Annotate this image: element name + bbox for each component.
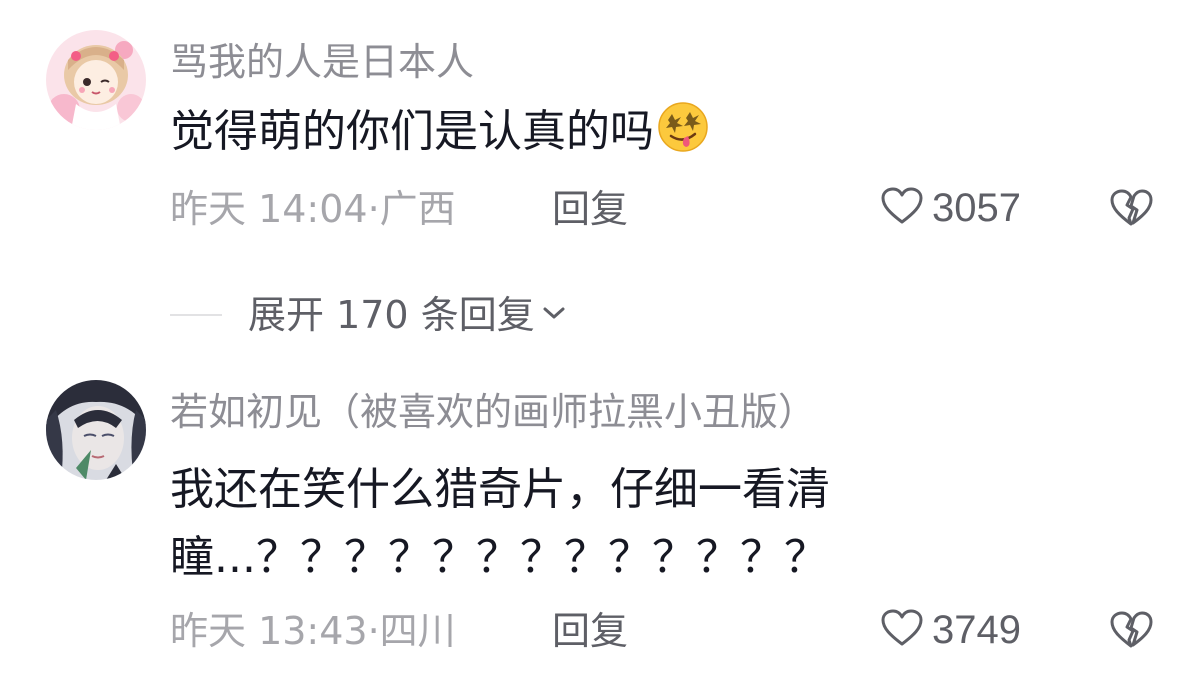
- reply-button[interactable]: 回复: [552, 612, 628, 650]
- broken-heart-icon: [1108, 611, 1154, 654]
- dislike-button[interactable]: [1108, 188, 1154, 232]
- like-count: 3057: [932, 186, 1021, 230]
- comment-text: 觉得萌的你们是认真的吗: [170, 106, 654, 157]
- comment-content-line-2: 瞳...？？？？？？？？？？？？？: [170, 532, 828, 583]
- broken-heart-icon: [1108, 189, 1154, 232]
- comment-content-line-1: 我还在笑什么猎奇片，仔细一看清: [170, 464, 830, 515]
- dislike-button[interactable]: [1108, 610, 1154, 654]
- comment-username[interactable]: 骂我的人是日本人: [170, 43, 474, 81]
- avatar[interactable]: [46, 380, 146, 480]
- like-button[interactable]: 3749: [880, 608, 1021, 652]
- expand-replies-label: 展开 170 条回复: [248, 293, 535, 337]
- like-count: 3749: [932, 608, 1021, 652]
- drooling-face-emoji-icon: [656, 100, 710, 170]
- expand-replies-button[interactable]: 展开 170 条回复: [170, 296, 567, 334]
- comment-time-location: 昨天 14:04·广西: [170, 187, 456, 231]
- heart-icon: [880, 186, 924, 230]
- comment-username[interactable]: 若如初见（被喜欢的画师拉黑小丑版）: [170, 393, 816, 431]
- reply-button[interactable]: 回复: [552, 190, 628, 228]
- comment-list: 骂我的人是日本人 觉得萌的你们是认真的吗 昨天 14:04·广西 回复 3057: [0, 0, 1200, 692]
- chevron-down-icon: [541, 303, 567, 327]
- avatar-image: [46, 380, 146, 480]
- heart-icon: [880, 608, 924, 652]
- avatar[interactable]: [46, 30, 146, 130]
- comment-time-location: 昨天 13:43·四川: [170, 609, 456, 653]
- avatar-image: [46, 30, 146, 130]
- comment-content: 觉得萌的你们是认真的吗: [170, 100, 710, 170]
- like-button[interactable]: 3057: [880, 186, 1021, 230]
- divider-line: [170, 314, 222, 316]
